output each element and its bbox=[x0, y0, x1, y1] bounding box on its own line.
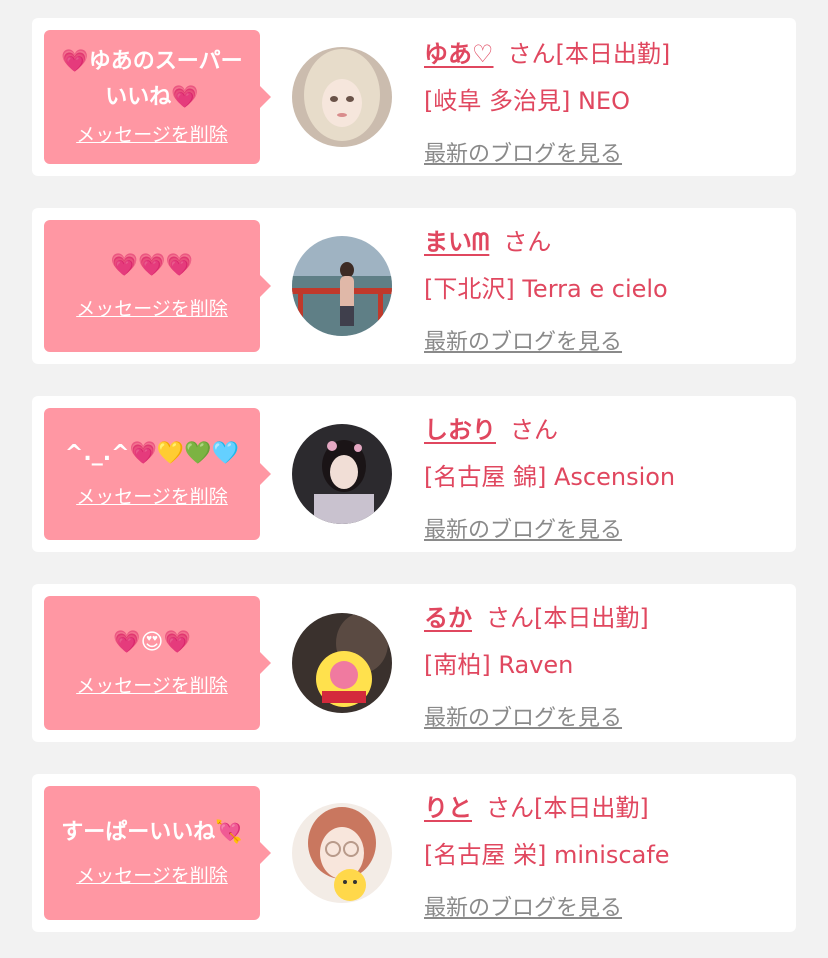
message-text: 💗ゆあのスーパー いいね💗 bbox=[61, 48, 243, 110]
cast-name-link[interactable]: しおり bbox=[424, 410, 496, 445]
honorific: さん bbox=[486, 794, 534, 822]
shop-info: [名古屋 錦] Ascension bbox=[424, 463, 676, 491]
blog-link[interactable]: 最新のブログを見る bbox=[424, 324, 622, 356]
cast-info: まいᗰ さん [下北沢] Terra e cielo 最新のブログを見る bbox=[424, 222, 668, 356]
blog-link[interactable]: 最新のブログを見る bbox=[424, 136, 622, 168]
cast-name-link[interactable]: ゆあ♡ bbox=[424, 34, 494, 69]
attendance-badge: [本日出勤] bbox=[534, 794, 649, 822]
cast-name-link[interactable]: りと bbox=[424, 788, 472, 823]
blog-link[interactable]: 最新のブログを見る bbox=[424, 512, 622, 544]
message-text: 💗💗💗 bbox=[110, 252, 194, 278]
message-bubble: ^._.^💗💛💚🩵 メッセージを削除 bbox=[44, 408, 260, 540]
honorific: さん bbox=[510, 416, 558, 444]
message-bubble: 💗💗💗 メッセージを削除 bbox=[44, 220, 260, 352]
cast-name-link[interactable]: まいᗰ bbox=[424, 222, 489, 257]
message-card: 💗💗💗 メッセージを削除 まいᗰ さん [下北沢] Terra e cielo bbox=[32, 208, 796, 364]
message-text: 💗😍💗 bbox=[113, 629, 191, 655]
message-text: すーぱーいいね💘 bbox=[61, 819, 243, 845]
profile-photo-icon bbox=[292, 613, 392, 713]
message-card: 💗😍💗 メッセージを削除 るか さん [本日出勤] [南柏] Raven 最新の… bbox=[32, 584, 796, 742]
shop-info: [名古屋 栄] miniscafe bbox=[424, 841, 670, 869]
message-card: ^._.^💗💛💚🩵 メッセージを削除 しおり さん [名古屋 錦] Ascens… bbox=[32, 396, 796, 552]
profile-photo-icon bbox=[292, 424, 392, 524]
message-card: 💗ゆあのスーパー いいね💗 メッセージを削除 ゆあ♡ さん [本日出勤] [岐阜… bbox=[32, 18, 796, 176]
delete-message-link[interactable]: メッセージを削除 bbox=[76, 671, 228, 698]
message-bubble: 💗ゆあのスーパー いいね💗 メッセージを削除 bbox=[44, 30, 260, 164]
profile-photo-icon bbox=[292, 236, 392, 336]
attendance-badge: [本日出勤] bbox=[555, 40, 671, 68]
avatar[interactable] bbox=[292, 803, 392, 903]
delete-message-link[interactable]: メッセージを削除 bbox=[76, 294, 228, 321]
avatar[interactable] bbox=[292, 47, 392, 147]
avatar[interactable] bbox=[292, 424, 392, 524]
attendance-badge: [本日出勤] bbox=[534, 604, 649, 632]
cast-name-link[interactable]: るか bbox=[424, 598, 472, 633]
message-bubble: すーぱーいいね💘 メッセージを削除 bbox=[44, 786, 260, 920]
shop-info: [岐阜 多治見] NEO bbox=[424, 87, 630, 115]
profile-photo-icon bbox=[292, 47, 392, 147]
blog-link[interactable]: 最新のブログを見る bbox=[424, 700, 622, 732]
honorific: さん bbox=[507, 40, 556, 68]
shop-info: [下北沢] Terra e cielo bbox=[424, 275, 668, 303]
honorific: さん bbox=[503, 228, 552, 256]
shop-info: [南柏] Raven bbox=[424, 651, 574, 679]
avatar[interactable] bbox=[292, 613, 392, 713]
cast-info: るか さん [本日出勤] [南柏] Raven 最新のブログを見る bbox=[424, 598, 649, 732]
delete-message-link[interactable]: メッセージを削除 bbox=[76, 482, 228, 509]
message-list: 💗ゆあのスーパー いいね💗 メッセージを削除 ゆあ♡ さん [本日出勤] [岐阜… bbox=[0, 0, 828, 958]
message-text: ^._.^💗💛💚🩵 bbox=[64, 440, 240, 466]
honorific: さん bbox=[486, 604, 534, 632]
delete-message-link[interactable]: メッセージを削除 bbox=[76, 861, 228, 888]
profile-photo-icon bbox=[292, 803, 392, 903]
cast-info: りと さん [本日出勤] [名古屋 栄] miniscafe 最新のブログを見る bbox=[424, 788, 670, 922]
avatar[interactable] bbox=[292, 236, 392, 336]
delete-message-link[interactable]: メッセージを削除 bbox=[76, 120, 228, 147]
cast-info: ゆあ♡ さん [本日出勤] [岐阜 多治見] NEO 最新のブログを見る bbox=[424, 34, 670, 168]
message-card: すーぱーいいね💘 メッセージを削除 りと さん [本日出勤] [名古屋 栄] m… bbox=[32, 774, 796, 932]
message-bubble: 💗😍💗 メッセージを削除 bbox=[44, 596, 260, 730]
blog-link[interactable]: 最新のブログを見る bbox=[424, 890, 622, 922]
cast-info: しおり さん [名古屋 錦] Ascension 最新のブログを見る bbox=[424, 410, 675, 544]
